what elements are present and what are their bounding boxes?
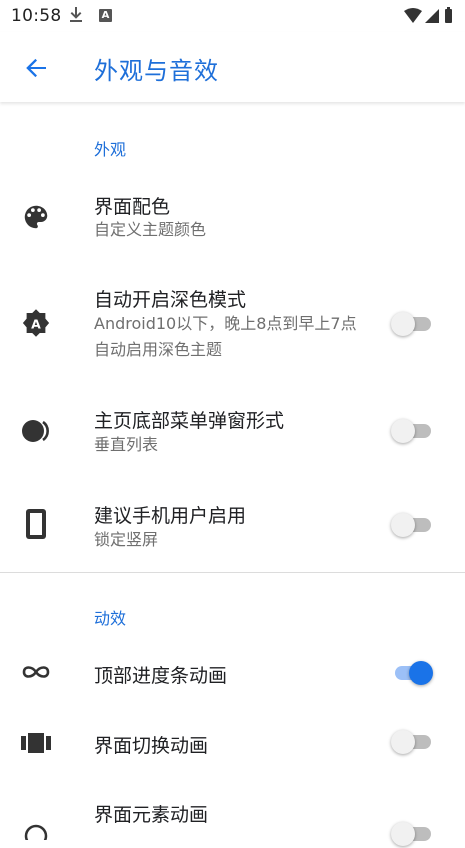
section-header-animation: 动效 [94,609,127,628]
page-switch-anim-title: 界面切换动画 [94,735,209,757]
auto-dark-subtitle: Android10以下，晚上8点到早上7点自动启用深色主题 [94,314,357,359]
phone-icon [24,508,48,544]
animation-icon [21,820,51,848]
signal-icon [425,9,439,23]
auto-dark-toggle[interactable] [391,310,437,338]
battery-icon [445,7,452,23]
section-header-appearance: 外观 [94,140,127,159]
home-menu-popup-toggle[interactable] [391,417,437,445]
element-anim-title: 界面元素动画 [94,804,209,826]
setting-page-switch-anim[interactable]: 界面切换动画 [0,720,465,766]
home-menu-popup-subtitle: 垂直列表 [94,435,159,454]
auto-dark-title: 自动开启深色模式 [94,289,247,311]
back-button[interactable] [22,54,50,82]
download-icon [69,7,83,27]
theme-color-subtitle: 自定义主题颜色 [94,220,207,239]
element-anim-toggle[interactable] [391,820,437,848]
phone-user-subtitle: 锁定竖屏 [94,530,159,549]
status-bar: 10:58 A [0,0,465,32]
section-divider [0,572,465,573]
contrast-icon [21,417,53,449]
setting-home-menu-popup[interactable]: 主页底部菜单弹窗形式 垂直列表 [0,398,465,468]
home-menu-popup-title: 主页底部菜单弹窗形式 [94,410,285,432]
palette-icon [21,202,51,236]
infinity-icon [20,662,52,686]
page-title: 外观与音效 [94,57,219,85]
phone-user-title: 建议手机用户启用 [94,505,247,527]
status-time: 10:58 [11,6,62,26]
svg-text:A: A [31,316,41,331]
setting-top-progress-anim[interactable]: 顶部进度条动画 [0,650,465,696]
setting-theme-color[interactable]: 界面配色 自定义主题颜色 [0,180,465,260]
wifi-icon [404,8,422,23]
setting-auto-dark[interactable]: A 自动开启深色模式 Android10以下，晚上8点到早上7点自动启用深色主题 [0,280,465,370]
page-switch-anim-toggle[interactable] [391,728,437,756]
top-progress-anim-toggle[interactable] [391,659,437,687]
setting-phone-user[interactable]: 建议手机用户启用 锁定竖屏 [0,493,465,563]
setting-element-anim[interactable]: 界面元素动画 [0,790,465,848]
phone-user-toggle[interactable] [391,511,437,539]
status-icons [403,6,455,30]
a-badge-icon: A [99,9,112,22]
top-progress-anim-title: 顶部进度条动画 [94,665,228,687]
theme-color-title: 界面配色 [94,196,171,218]
arrow-left-icon [26,58,46,78]
view-carousel-icon [21,733,51,757]
brightness-auto-icon: A [21,308,51,342]
app-bar: 外观与音效 [0,32,465,102]
